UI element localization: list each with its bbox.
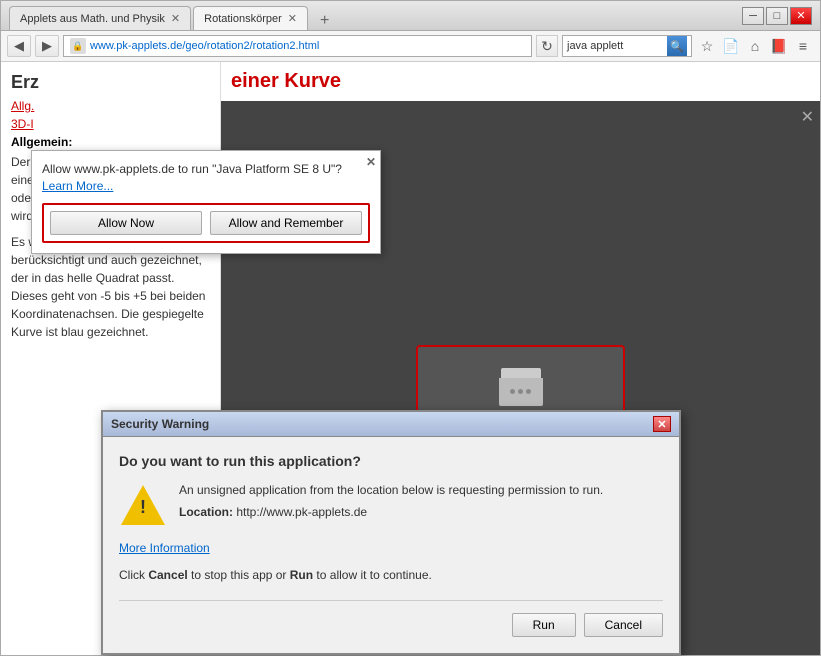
security-content: ! An unsigned application from the locat… [119, 481, 663, 529]
plugin-buttons: Allow Now Allow and Remember [42, 203, 370, 243]
forward-button[interactable]: ▶ [35, 35, 59, 57]
new-tab-button[interactable]: + [314, 12, 335, 30]
back-button[interactable]: ◀ [7, 35, 31, 57]
tab-strip: Applets aus Math. und Physik ✕ Rotations… [9, 1, 742, 30]
main-content: Erz Allg. 3D-I Allgemein: Der Körper ent… [1, 62, 820, 655]
run-button[interactable]: Run [512, 613, 576, 637]
security-info-text: An unsigned application from the locatio… [179, 483, 603, 497]
security-note: Click Cancel to stop this app or Run to … [119, 567, 663, 584]
security-dialog-title: Security Warning [111, 417, 209, 431]
tab-math-label: Applets aus Math. und Physik [20, 13, 165, 25]
search-text: java applett [567, 40, 667, 52]
more-info-link[interactable]: More Information [119, 541, 663, 555]
security-info: An unsigned application from the locatio… [179, 481, 603, 521]
sidebar-title: Erz [11, 72, 210, 93]
warning-icon: ! [119, 481, 167, 529]
allow-remember-button[interactable]: Allow and Remember [210, 211, 362, 235]
browser-window: Applets aus Math. und Physik ✕ Rotations… [0, 0, 821, 656]
search-bar[interactable]: java applett 🔍 [562, 35, 692, 57]
security-divider [119, 600, 663, 601]
sidebar-link-3d[interactable]: 3D-I [11, 117, 210, 131]
location-value: http://www.pk-applets.de [236, 505, 367, 519]
plugin-popup-close[interactable]: ✕ [366, 155, 376, 169]
dark-area-close[interactable]: ✕ [801, 107, 814, 127]
pdf-icon[interactable]: 📕 [768, 35, 790, 57]
home-icon[interactable]: ⌂ [744, 35, 766, 57]
learn-more-link[interactable]: Learn More... [42, 179, 113, 193]
title-bar: Applets aus Math. und Physik ✕ Rotations… [1, 1, 820, 31]
address-bar[interactable]: 🔒 www.pk-applets.de/geo/rotation2/rotati… [63, 35, 532, 57]
maximize-button[interactable]: □ [766, 7, 788, 25]
address-text: www.pk-applets.de/geo/rotation2/rotation… [90, 40, 319, 52]
nav-bar: ◀ ▶ 🔒 www.pk-applets.de/geo/rotation2/ro… [1, 31, 820, 62]
refresh-button[interactable]: ↻ [536, 35, 558, 57]
location-label: Location: [179, 505, 233, 519]
plugin-popup-text: Allow www.pk-applets.de to run "Java Pla… [42, 161, 370, 195]
security-question: Do you want to run this application? [119, 453, 663, 469]
tab-rotation-close[interactable]: ✕ [288, 12, 297, 25]
security-footer: Run Cancel [119, 613, 663, 637]
allow-now-button[interactable]: Allow Now [50, 211, 202, 235]
minimize-button[interactable]: ─ [742, 7, 764, 25]
page-icon[interactable]: 📄 [720, 35, 742, 57]
tab-rotation[interactable]: Rotationskörper ✕ [193, 6, 308, 30]
sidebar-section-title: Allgemein: [11, 135, 210, 149]
tab-math-close[interactable]: ✕ [171, 12, 180, 25]
java-plugin-icon [497, 367, 545, 407]
security-title-bar: Security Warning ✕ [103, 412, 679, 437]
search-button[interactable]: 🔍 [667, 36, 687, 56]
security-dialog-close[interactable]: ✕ [653, 416, 671, 432]
close-button[interactable]: ✕ [790, 7, 812, 25]
menu-icon[interactable]: ≡ [792, 35, 814, 57]
address-icon: 🔒 [70, 38, 86, 54]
nav-icons: ☆ 📄 ⌂ 📕 ≡ [696, 35, 814, 57]
security-location: Location: http://www.pk-applets.de [179, 503, 603, 521]
security-body: Do you want to run this application? ! A… [103, 437, 679, 653]
plugin-popup: ✕ Allow www.pk-applets.de to run "Java P… [31, 150, 381, 254]
tab-math[interactable]: Applets aus Math. und Physik ✕ [9, 6, 191, 30]
sidebar-link-allg[interactable]: Allg. [11, 99, 210, 113]
security-dialog: Security Warning ✕ Do you want to run th… [101, 410, 681, 655]
tab-rotation-label: Rotationskörper [204, 13, 282, 25]
cancel-button[interactable]: Cancel [584, 613, 663, 637]
window-controls: ─ □ ✕ [742, 7, 812, 25]
page-header: einer Kurve [231, 70, 341, 92]
bookmark-icon[interactable]: ☆ [696, 35, 718, 57]
